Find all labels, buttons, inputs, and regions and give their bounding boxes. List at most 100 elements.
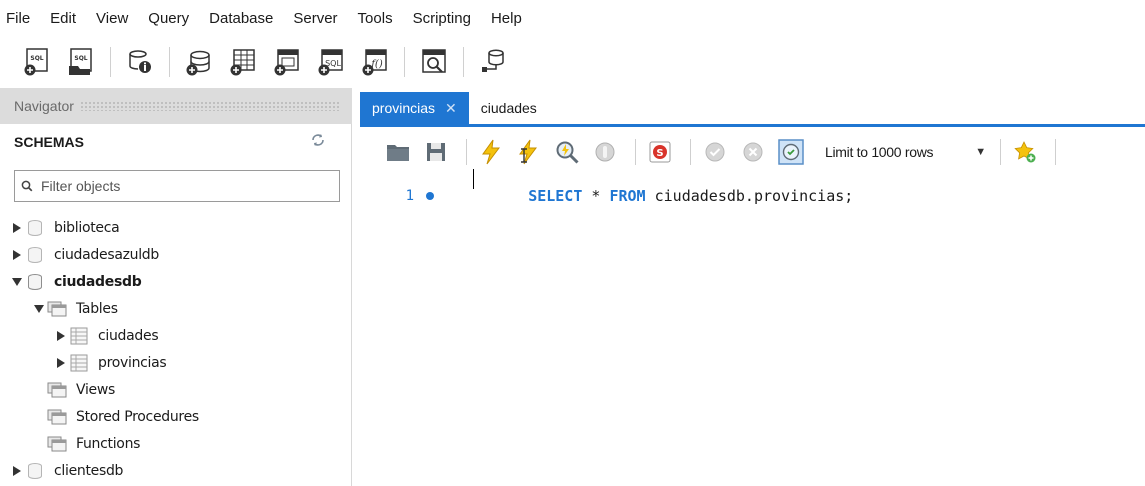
code-text[interactable]: SELECT * FROM ciudadesdb.provincias; bbox=[473, 169, 853, 223]
main-toolbar: SQL SQL SQL f() bbox=[0, 36, 1145, 88]
tab-provincias[interactable]: provincias ✕ bbox=[360, 92, 469, 124]
open-sql-script-button[interactable]: SQL bbox=[64, 45, 98, 79]
expand-arrow-icon[interactable] bbox=[10, 465, 24, 477]
collapse-arrow-icon[interactable] bbox=[32, 304, 46, 314]
close-icon[interactable]: ✕ bbox=[445, 100, 457, 117]
database-icon bbox=[24, 246, 46, 264]
refresh-schemas-button[interactable] bbox=[311, 133, 325, 151]
tree-folder-views[interactable]: Views bbox=[0, 376, 352, 403]
menu-tools[interactable]: Tools bbox=[358, 10, 393, 27]
navigator-panel: SCHEMAS Filter objects biblioteca ciudad… bbox=[0, 124, 352, 486]
svg-text:S: S bbox=[656, 148, 663, 159]
create-view-icon bbox=[274, 49, 299, 76]
tree-schema-clientesdb[interactable]: clientesdb bbox=[0, 457, 352, 484]
tree-schema-ciudadesdb[interactable]: ciudadesdb bbox=[0, 268, 352, 295]
tree-folder-stored-procedures[interactable]: Stored Procedures bbox=[0, 403, 352, 430]
new-sql-tab-button[interactable]: SQL bbox=[20, 45, 54, 79]
stop-icon bbox=[595, 142, 615, 162]
stop-button[interactable] bbox=[589, 136, 621, 168]
menu-edit[interactable]: Edit bbox=[50, 10, 76, 27]
autocommit-toggle[interactable] bbox=[775, 136, 807, 168]
stop-on-error-toggle[interactable]: S bbox=[644, 136, 676, 168]
create-schema-icon bbox=[186, 50, 210, 76]
create-function-button[interactable]: f() bbox=[358, 45, 392, 79]
views-folder-icon bbox=[46, 382, 68, 398]
execute-current-button[interactable] bbox=[513, 136, 545, 168]
limit-rows-select[interactable]: Limit to 1000 rows ▼ bbox=[819, 136, 992, 168]
schema-inspector-button[interactable] bbox=[123, 45, 157, 79]
menu-database[interactable]: Database bbox=[209, 10, 273, 27]
lightning-icon bbox=[482, 139, 500, 165]
menu-bar: File Edit View Query Database Server Too… bbox=[0, 0, 1145, 36]
tables-folder-icon bbox=[46, 301, 68, 317]
save-script-button[interactable] bbox=[420, 136, 452, 168]
tree-schema-ciudadesazuldb[interactable]: ciudadesazuldb bbox=[0, 241, 352, 268]
limit-rows-value: Limit to 1000 rows bbox=[825, 144, 934, 160]
database-reconnect-icon bbox=[482, 49, 504, 72]
table-icon bbox=[68, 354, 90, 372]
menu-help[interactable]: Help bbox=[491, 10, 522, 27]
toolbar-separator bbox=[999, 139, 1001, 165]
menu-file[interactable]: File bbox=[6, 10, 30, 27]
tree-label: ciudadesdb bbox=[54, 273, 142, 290]
search-table-data-button[interactable] bbox=[417, 45, 451, 79]
svg-text:SQL: SQL bbox=[30, 55, 43, 62]
functions-folder-icon bbox=[46, 436, 68, 452]
text-caret bbox=[473, 169, 474, 189]
reconnect-button[interactable] bbox=[476, 45, 510, 79]
tree-label: ciudades bbox=[98, 327, 159, 344]
sql-editor[interactable]: 1 SELECT * FROM ciudadesdb.provincias; bbox=[360, 169, 1145, 486]
filter-objects-input[interactable] bbox=[41, 178, 331, 194]
database-icon bbox=[24, 219, 46, 237]
add-snippet-button[interactable] bbox=[1009, 136, 1041, 168]
toolbar-separator bbox=[635, 139, 636, 165]
commit-button[interactable] bbox=[699, 136, 731, 168]
code-line: 1 SELECT * FROM ciudadesdb.provincias; bbox=[360, 169, 853, 207]
tab-label: ciudades bbox=[480, 100, 537, 116]
create-procedure-button[interactable]: SQL bbox=[314, 45, 348, 79]
autocommit-icon bbox=[778, 139, 804, 165]
tree-label: Functions bbox=[76, 435, 141, 452]
search-table-icon bbox=[422, 49, 446, 73]
create-procedure-icon: SQL bbox=[318, 49, 343, 76]
tree-table-provincias[interactable]: provincias bbox=[0, 349, 352, 376]
open-sql-script-icon: SQL bbox=[69, 48, 92, 75]
new-sql-tab-icon: SQL bbox=[24, 48, 48, 76]
create-schema-button[interactable] bbox=[182, 45, 216, 79]
star-plus-icon bbox=[1014, 141, 1036, 163]
collapse-arrow-icon[interactable] bbox=[10, 277, 24, 287]
search-icon bbox=[21, 180, 33, 192]
create-view-button[interactable] bbox=[270, 45, 304, 79]
tree-folder-tables[interactable]: Tables bbox=[0, 295, 352, 322]
rollback-button[interactable] bbox=[737, 136, 769, 168]
create-table-button[interactable] bbox=[226, 45, 260, 79]
menu-query[interactable]: Query bbox=[148, 10, 189, 27]
toolbar-separator bbox=[169, 47, 170, 77]
explain-button[interactable] bbox=[551, 136, 583, 168]
rollback-x-icon bbox=[743, 142, 763, 162]
statement-marker-icon bbox=[426, 192, 434, 200]
tree-label: provincias bbox=[98, 354, 167, 371]
tree-label: Stored Procedures bbox=[76, 408, 199, 425]
expand-arrow-icon[interactable] bbox=[10, 222, 24, 234]
commit-check-icon bbox=[705, 142, 725, 162]
expand-arrow-icon[interactable] bbox=[10, 249, 24, 261]
tree-folder-functions[interactable]: Functions bbox=[0, 430, 352, 457]
menu-server[interactable]: Server bbox=[293, 10, 337, 27]
tree-schema-biblioteca[interactable]: biblioteca bbox=[0, 214, 352, 241]
execute-all-button[interactable] bbox=[475, 136, 507, 168]
tab-label: provincias bbox=[372, 100, 436, 116]
tree-table-ciudades[interactable]: ciudades bbox=[0, 322, 352, 349]
menu-scripting[interactable]: Scripting bbox=[413, 10, 471, 27]
open-script-button[interactable] bbox=[382, 136, 414, 168]
info-icon bbox=[129, 50, 151, 73]
tree-label: Tables bbox=[76, 300, 118, 317]
expand-arrow-icon[interactable] bbox=[54, 357, 68, 369]
expand-arrow-icon[interactable] bbox=[54, 330, 68, 342]
navigator-grip bbox=[79, 101, 340, 111]
svg-text:SQL: SQL bbox=[74, 55, 87, 62]
tab-ciudades[interactable]: ciudades bbox=[469, 92, 549, 124]
menu-view[interactable]: View bbox=[96, 10, 128, 27]
lightning-cursor-icon bbox=[519, 139, 537, 165]
dropdown-arrow-icon: ▼ bbox=[975, 146, 986, 158]
